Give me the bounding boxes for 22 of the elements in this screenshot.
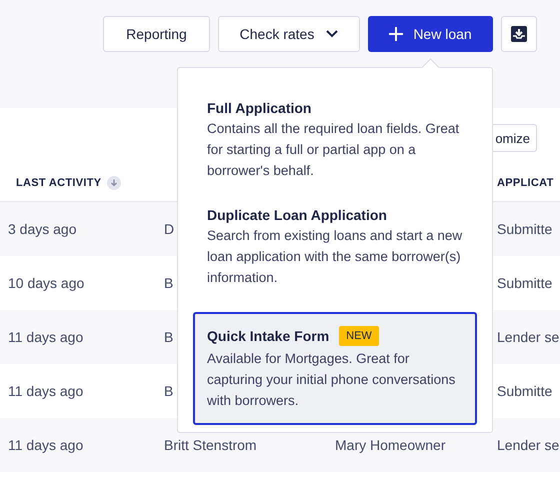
table-cell: 10 days ago bbox=[8, 275, 84, 291]
new-badge: NEW bbox=[339, 326, 379, 346]
table-cell: Submitte bbox=[497, 275, 552, 291]
table-cell: 3 days ago bbox=[8, 221, 76, 237]
table-cell: Lender se bbox=[497, 329, 560, 345]
table-cell: Mary Homeowner bbox=[335, 437, 446, 453]
table-cell: Britt Stenstrom bbox=[164, 437, 257, 453]
table-cell: B bbox=[164, 329, 174, 345]
item-description: Search from existing loans and start a new loan application with the same borrower(s) information. bbox=[207, 227, 463, 287]
table-cell: Submitte bbox=[497, 383, 552, 399]
item-description: Available for Mortgages. Great for capturing your initial phone conversations with borrowers. bbox=[207, 350, 456, 410]
table-cell: Submitte bbox=[497, 221, 552, 237]
item-title: Duplicate Loan Application bbox=[207, 207, 387, 223]
table-cell: B bbox=[164, 383, 174, 399]
table-cell: 11 days ago bbox=[8, 437, 84, 453]
table-cell: 11 days ago bbox=[8, 383, 84, 399]
table-cell: Lender se bbox=[497, 437, 560, 453]
table-cell: D bbox=[164, 221, 174, 237]
item-title: Quick Intake Form bbox=[207, 328, 330, 344]
table-cell: B bbox=[164, 275, 174, 291]
item-title: Full Application bbox=[207, 100, 312, 116]
table-cell: 11 days ago bbox=[8, 329, 84, 345]
